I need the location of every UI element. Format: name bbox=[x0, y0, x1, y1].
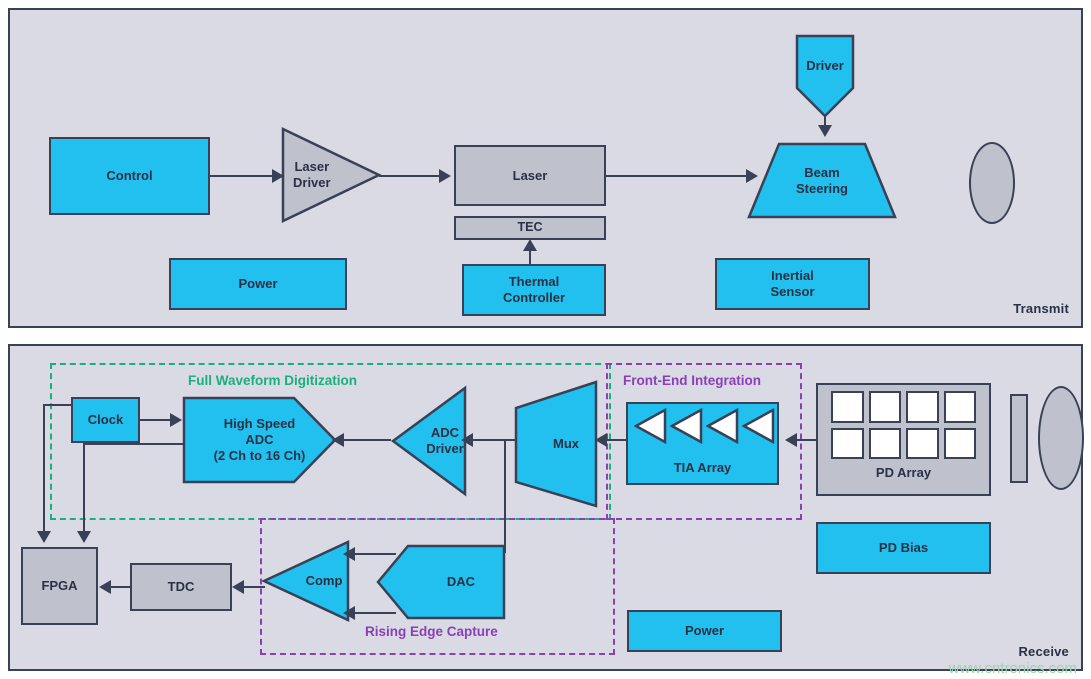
receive-section-label: Receive bbox=[1018, 644, 1069, 659]
arrowhead-dac-to-comp-lower bbox=[343, 606, 355, 620]
block-high-speed-adc[interactable]: High Speed ADC (2 Ch to 16 Ch) bbox=[182, 396, 337, 484]
wire-tdc-to-fpga bbox=[110, 586, 130, 588]
arrowhead-driver-to-beamsteering bbox=[818, 125, 832, 137]
arrowhead-dac-to-comp-upper bbox=[343, 547, 355, 561]
wire-adcdriver-to-adc bbox=[343, 439, 391, 441]
block-transmit-power-label: Power bbox=[238, 276, 278, 292]
wire-clock-to-fpga-vertical bbox=[43, 404, 45, 536]
block-thermal-controller-label: Thermal Controller bbox=[502, 274, 566, 305]
tia-amplifier-icon-1 bbox=[633, 407, 667, 449]
arrowhead-pdarray-to-tia bbox=[785, 433, 797, 447]
pd-cell bbox=[906, 427, 939, 459]
block-tia-array-label: TIA Array bbox=[673, 460, 732, 476]
arrowhead-tdc-to-fpga bbox=[99, 580, 111, 594]
receive-lens-icon bbox=[1038, 386, 1084, 490]
block-fpga-label: FPGA bbox=[41, 578, 78, 594]
arrowhead-comp-to-tdc bbox=[232, 580, 244, 594]
arrowhead-clock-to-fpga bbox=[37, 531, 51, 543]
arrowhead-adc-to-fpga bbox=[77, 531, 91, 543]
block-clock-label: Clock bbox=[87, 412, 124, 428]
wire-adc-to-fpga-vertical bbox=[83, 443, 85, 536]
arrowhead-adcdriver-to-adc bbox=[332, 433, 344, 447]
block-laser-driver[interactable]: Laser Driver bbox=[281, 127, 382, 223]
wire-laser-to-beamsteering bbox=[606, 175, 750, 177]
block-thermal-controller[interactable]: Thermal Controller bbox=[462, 264, 606, 316]
tia-amplifier-icon-4 bbox=[741, 407, 775, 449]
arrowhead-mux-to-adcdriver bbox=[461, 433, 473, 447]
block-fpga[interactable]: FPGA bbox=[21, 547, 98, 625]
block-control[interactable]: Control bbox=[49, 137, 210, 215]
arrowhead-thermal-to-tec bbox=[523, 239, 537, 251]
block-laser-label: Laser bbox=[512, 167, 548, 183]
arrowhead-laserdriver-to-laser bbox=[439, 169, 451, 183]
wire-laserdriver-to-laser bbox=[379, 175, 441, 177]
transmit-section-label: Transmit bbox=[1013, 301, 1069, 316]
block-tec-label: TEC bbox=[517, 220, 543, 235]
arrowhead-tia-to-mux bbox=[595, 433, 607, 447]
receive-panel: Receive Full Waveform Digitization Risin… bbox=[8, 344, 1084, 671]
wire-control-to-laserdriver bbox=[210, 175, 274, 177]
block-laser[interactable]: Laser bbox=[454, 145, 606, 206]
block-inertial-sensor-label: Inertial Sensor bbox=[770, 268, 815, 299]
group-full-waveform-label: Full Waveform Digitization bbox=[188, 373, 358, 388]
block-mux[interactable]: Mux bbox=[514, 380, 598, 508]
block-pd-bias[interactable]: PD Bias bbox=[816, 522, 991, 574]
wire-pdarray-to-tia bbox=[796, 439, 818, 441]
wire-clock-to-adc bbox=[140, 419, 172, 421]
block-tec[interactable]: TEC bbox=[454, 216, 606, 240]
block-dac[interactable]: DAC bbox=[376, 544, 506, 620]
pd-cell bbox=[943, 391, 976, 423]
tia-amplifier-icon-2 bbox=[669, 407, 703, 449]
diagram-canvas: Transmit Control Laser Driver Laser TEC bbox=[0, 0, 1091, 679]
transmit-lens-icon bbox=[969, 142, 1015, 224]
tia-amplifier-icon-3 bbox=[705, 407, 739, 449]
block-comp[interactable]: Comp bbox=[261, 540, 350, 622]
block-pd-array-label: PD Array bbox=[875, 465, 932, 480]
pd-cell bbox=[831, 427, 864, 459]
block-beam-steering[interactable]: Beam Steering bbox=[747, 142, 897, 219]
block-adc-driver[interactable]: ADC Driver bbox=[390, 385, 467, 497]
block-clock[interactable]: Clock bbox=[71, 397, 140, 443]
pd-cell bbox=[943, 427, 976, 459]
block-pd-bias-label: PD Bias bbox=[878, 540, 929, 556]
block-inertial-sensor[interactable]: Inertial Sensor bbox=[715, 258, 870, 310]
pd-cell bbox=[906, 391, 939, 423]
arrowhead-clock-to-adc bbox=[170, 413, 182, 427]
block-tdc[interactable]: TDC bbox=[130, 563, 232, 611]
block-transmit-power[interactable]: Power bbox=[169, 258, 347, 310]
wire-mux-to-adcdriver bbox=[472, 439, 516, 441]
block-tdc-label: TDC bbox=[167, 579, 195, 595]
receive-optical-filter-icon bbox=[1010, 394, 1028, 483]
pd-cell bbox=[831, 391, 864, 423]
wire-clock-tap-horizontal bbox=[43, 404, 73, 406]
wire-adc-to-fpga-horizontal bbox=[83, 443, 193, 445]
transmit-panel: Transmit Control Laser Driver Laser TEC bbox=[8, 8, 1083, 328]
block-receive-power[interactable]: Power bbox=[627, 610, 782, 652]
block-control-label: Control bbox=[106, 168, 153, 184]
block-receive-power-label: Power bbox=[684, 623, 724, 639]
pd-array-cells bbox=[831, 391, 976, 459]
pd-cell bbox=[868, 391, 901, 423]
block-driver[interactable]: Driver bbox=[795, 34, 855, 118]
watermark: www.cntronics.com bbox=[948, 660, 1077, 677]
group-front-end-label: Front-End Integration bbox=[623, 373, 761, 388]
wire-mux-to-dac-vertical bbox=[504, 439, 506, 553]
group-rising-edge-label: Rising Edge Capture bbox=[365, 624, 498, 639]
pd-cell bbox=[868, 427, 901, 459]
